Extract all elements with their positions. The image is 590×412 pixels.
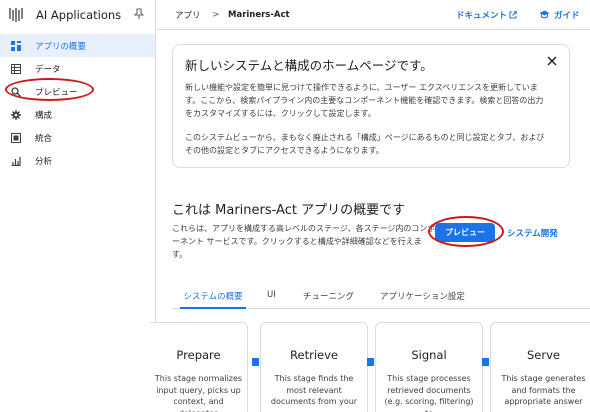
breadcrumb-separator: > (212, 9, 220, 20)
card-description: This stage generates and formats the app… (501, 374, 586, 406)
tab-app-settings[interactable]: アプリケーション設定 (380, 284, 465, 309)
pin-icon[interactable] (134, 8, 144, 20)
school-icon (539, 10, 550, 19)
page-description: これらは、アプリを構成する高レベルのステージ、各ステージ内のコンポーネント サー… (172, 224, 436, 259)
stage-card-signal[interactable]: Signal This stage processes retrieved do… (375, 322, 483, 412)
system-dev-link[interactable]: システム開発 (507, 227, 558, 239)
documentation-link[interactable]: ドキュメント (456, 9, 517, 21)
integration-icon (10, 132, 21, 143)
card-title: Serve (527, 348, 560, 362)
card-title: Signal (411, 348, 447, 362)
tab-system-overview[interactable]: システムの概要 (180, 284, 246, 309)
sidebar-item-data[interactable]: データ (0, 57, 155, 80)
guide-link-label: ガイド (554, 10, 580, 21)
card-description: This stage normalizes input query, picks… (154, 374, 243, 412)
ai-applications-logo-icon (9, 8, 23, 22)
card-connector (252, 358, 259, 366)
sidebar-nav: アプリの概要 データ プレビュー 構成 統合 分析 (0, 34, 155, 172)
stage-card-retrieve[interactable]: Retrieve This stage finds the most relev… (260, 322, 368, 412)
card-description: This stage processes retrieved documents… (384, 374, 474, 412)
breadcrumb-apps[interactable]: アプリ (175, 9, 201, 21)
banner-title: 新しいシステムと構成のホームページです。 (185, 58, 433, 73)
tab-bar: システムの概要 UI チューニング アプリケーション設定 (172, 284, 590, 309)
gear-icon (10, 109, 21, 120)
analytics-icon (10, 155, 21, 166)
stage-card-serve[interactable]: Serve This stage generates and formats t… (490, 322, 590, 412)
card-connector (482, 358, 489, 366)
tab-ui[interactable]: UI (267, 284, 276, 309)
sidebar-item-app-overview[interactable]: アプリの概要 (0, 34, 155, 57)
card-connector (367, 358, 374, 366)
stage-card-prepare[interactable]: Prepare This stage normalizes input quer… (150, 322, 248, 412)
sidebar: AI Applications アプリの概要 データ プレビュー 構成 統合 分… (0, 0, 156, 412)
card-description: This stage finds the most relevant docum… (270, 374, 358, 406)
sidebar-item-label: アプリの概要 (35, 41, 87, 52)
header: アプリ > Mariners-Act ドキュメント ガイド (157, 0, 590, 30)
documentation-link-label: ドキュメント (456, 10, 508, 21)
sidebar-item-analytics[interactable]: 分析 (0, 149, 155, 172)
info-banner: 新しいシステムと構成のホームページです。 新しい機能や設定を簡単に見つけて操作で… (172, 44, 570, 168)
sidebar-item-label: データ (35, 64, 61, 75)
brand: AI Applications (0, 0, 155, 30)
database-icon (10, 63, 21, 74)
card-title: Prepare (176, 348, 221, 362)
dashboard-icon (10, 40, 21, 51)
close-icon[interactable] (547, 56, 557, 66)
external-link-icon (509, 10, 517, 18)
sidebar-item-label: 構成 (35, 110, 53, 121)
highlight-circle-preview (5, 78, 94, 101)
sidebar-item-label: 統合 (35, 133, 53, 144)
guide-link[interactable]: ガイド (539, 9, 580, 21)
banner-paragraph: このシステムビューから、まもなく廃止される「構成」ページにあるものと同じ設定とタ… (185, 133, 545, 155)
breadcrumb-current: Mariners-Act (228, 9, 290, 20)
tab-tuning[interactable]: チューニング (303, 284, 354, 309)
card-title: Retrieve (290, 348, 338, 362)
highlight-circle-preview-button (428, 216, 504, 247)
banner-paragraph: 新しい機能や設定を簡単に見つけて操作できるように、ユーザー エクスペリエンスを更… (185, 83, 544, 118)
sidebar-item-integration[interactable]: 統合 (0, 126, 155, 149)
sidebar-item-config[interactable]: 構成 (0, 103, 155, 126)
app-title: AI Applications (36, 8, 122, 22)
sidebar-item-label: 分析 (35, 156, 53, 167)
page-title: これは Mariners-Act アプリの概要です (172, 203, 406, 218)
